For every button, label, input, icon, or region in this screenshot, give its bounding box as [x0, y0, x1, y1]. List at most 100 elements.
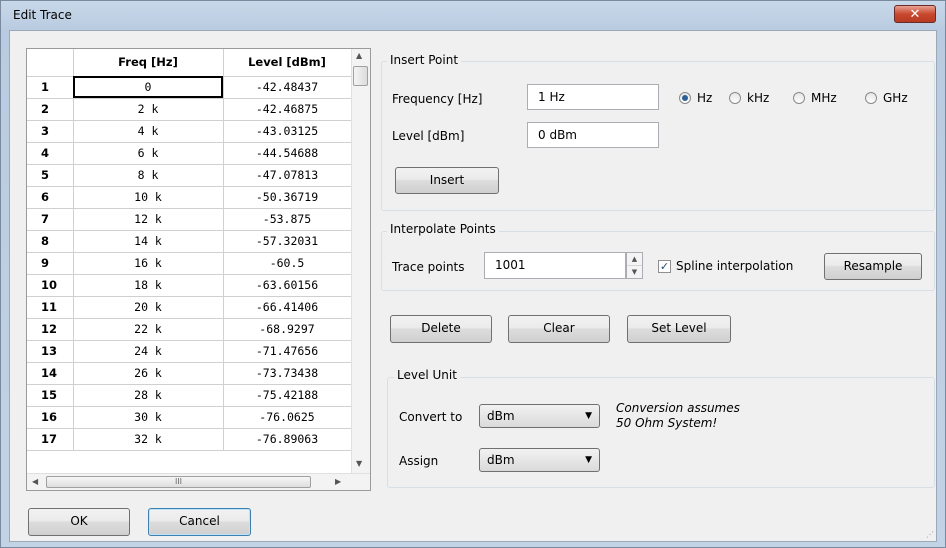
scroll-right-icon[interactable]: ▶ — [335, 477, 341, 486]
level-cell[interactable]: -43.03125 — [223, 120, 352, 143]
vertical-scrollbar[interactable]: ▲ ▼ — [351, 49, 370, 473]
table-row[interactable]: 12 22 k -68.9297 — [27, 318, 352, 341]
resample-button[interactable]: Resample — [824, 253, 922, 280]
delete-button[interactable]: Delete — [390, 315, 492, 343]
insert-button[interactable]: Insert — [395, 167, 499, 194]
trace-points-spinner[interactable]: ▲ ▼ — [626, 252, 643, 279]
freq-cell[interactable]: 18 k — [73, 274, 224, 297]
spin-down-icon[interactable]: ▼ — [627, 266, 642, 278]
level-cell[interactable]: -53.875 — [223, 208, 352, 231]
scroll-up-icon[interactable]: ▲ — [356, 51, 362, 60]
radio-icon[interactable] — [793, 92, 805, 104]
table-row[interactable]: 14 26 k -73.73438 — [27, 362, 352, 385]
level-field[interactable]: 0 dBm — [527, 122, 659, 148]
level-cell[interactable]: -76.0625 — [223, 406, 352, 429]
level-cell[interactable]: -50.36719 — [223, 186, 352, 209]
radio-icon[interactable] — [865, 92, 877, 104]
horizontal-scrollbar[interactable]: ◀ III ▶ — [27, 473, 370, 490]
level-cell[interactable]: -42.46875 — [223, 98, 352, 121]
level-cell[interactable]: -76.89063 — [223, 428, 352, 451]
table-row[interactable]: 1 0 -42.48437 — [27, 76, 352, 99]
level-cell[interactable]: -73.73438 — [223, 362, 352, 385]
row-header[interactable]: 10 — [27, 274, 74, 297]
trace-points-field[interactable]: 1001 — [484, 252, 626, 279]
column-header-level[interactable]: Level [dBm] — [223, 49, 352, 77]
spline-interpolation-checkbox[interactable]: ✓ Spline interpolation — [658, 259, 793, 273]
trace-table[interactable]: Freq [Hz] Level [dBm] 1 0 -42.48437 2 2 k -42… — [26, 48, 371, 491]
table-row[interactable]: 16 30 k -76.0625 — [27, 406, 352, 429]
level-cell[interactable]: -60.5 — [223, 252, 352, 275]
set-level-button[interactable]: Set Level — [627, 315, 731, 343]
vertical-scroll-thumb[interactable] — [353, 66, 368, 86]
row-header[interactable]: 13 — [27, 340, 74, 363]
level-cell[interactable]: -44.54688 — [223, 142, 352, 165]
freq-cell[interactable]: 12 k — [73, 208, 224, 231]
level-cell[interactable]: -57.32031 — [223, 230, 352, 253]
freq-cell[interactable]: 22 k — [73, 318, 224, 341]
freq-cell[interactable]: 10 k — [73, 186, 224, 209]
row-header[interactable]: 2 — [27, 98, 74, 121]
level-cell[interactable]: -63.60156 — [223, 274, 352, 297]
convert-to-dropdown[interactable]: dBm ▼ — [479, 404, 600, 428]
row-header[interactable]: 17 — [27, 428, 74, 451]
chevron-down-icon[interactable]: ▼ — [585, 449, 592, 471]
level-cell[interactable]: -42.48437 — [223, 76, 352, 99]
frequency-field[interactable]: 1 Hz — [527, 84, 659, 110]
freq-cell[interactable]: 20 k — [73, 296, 224, 319]
table-row[interactable]: 9 16 k -60.5 — [27, 252, 352, 275]
radio-icon[interactable] — [679, 92, 691, 104]
row-header[interactable]: 9 — [27, 252, 74, 275]
freq-cell[interactable]: 0 — [73, 76, 224, 99]
table-row[interactable]: 11 20 k -66.41406 — [27, 296, 352, 319]
level-cell[interactable]: -75.42188 — [223, 384, 352, 407]
scroll-left-icon[interactable]: ◀ — [32, 477, 38, 486]
table-row[interactable]: 8 14 k -57.32031 — [27, 230, 352, 253]
freq-cell[interactable]: 6 k — [73, 142, 224, 165]
unit-radio-ghz[interactable]: GHz — [865, 91, 908, 105]
freq-cell[interactable]: 14 k — [73, 230, 224, 253]
spin-up-icon[interactable]: ▲ — [627, 253, 642, 266]
table-row[interactable]: 15 28 k -75.42188 — [27, 384, 352, 407]
table-row[interactable]: 7 12 k -53.875 — [27, 208, 352, 231]
clear-button[interactable]: Clear — [508, 315, 610, 343]
unit-radio-hz[interactable]: Hz — [679, 91, 712, 105]
assign-dropdown[interactable]: dBm ▼ — [479, 448, 600, 472]
chevron-down-icon[interactable]: ▼ — [585, 405, 592, 427]
horizontal-scroll-thumb[interactable]: III — [46, 476, 311, 488]
freq-cell[interactable]: 26 k — [73, 362, 224, 385]
freq-cell[interactable]: 8 k — [73, 164, 224, 187]
table-row[interactable]: 46 k -44.54688 — [27, 142, 352, 165]
freq-cell[interactable]: 16 k — [73, 252, 224, 275]
row-header[interactable]: 11 — [27, 296, 74, 319]
row-header[interactable]: 12 — [27, 318, 74, 341]
level-cell[interactable]: -71.47656 — [223, 340, 352, 363]
row-header[interactable]: 6 — [27, 186, 74, 209]
close-button[interactable]: ✕ — [894, 5, 936, 23]
row-header[interactable]: 3 — [27, 120, 74, 143]
freq-cell[interactable]: 28 k — [73, 384, 224, 407]
level-cell[interactable]: -66.41406 — [223, 296, 352, 319]
cancel-button[interactable]: Cancel — [148, 508, 251, 536]
unit-radio-mhz[interactable]: MHz — [793, 91, 837, 105]
freq-cell[interactable]: 32 k — [73, 428, 224, 451]
checkbox-check-icon[interactable]: ✓ — [658, 259, 671, 273]
scroll-down-icon[interactable]: ▼ — [356, 459, 362, 468]
table-row[interactable]: 22 k -42.46875 — [27, 98, 352, 121]
table-row[interactable]: 34 k -43.03125 — [27, 120, 352, 143]
table-row[interactable]: 13 24 k -71.47656 — [27, 340, 352, 363]
row-header[interactable]: 8 — [27, 230, 74, 253]
radio-icon[interactable] — [729, 92, 741, 104]
level-cell[interactable]: -68.9297 — [223, 318, 352, 341]
freq-cell[interactable]: 24 k — [73, 340, 224, 363]
freq-cell[interactable]: 2 k — [73, 98, 224, 121]
unit-radio-khz[interactable]: kHz — [729, 91, 769, 105]
title-bar[interactable]: Edit Trace ✕ — [1, 1, 945, 31]
table-row[interactable]: 58 k -47.07813 — [27, 164, 352, 187]
freq-cell[interactable]: 30 k — [73, 406, 224, 429]
row-header[interactable]: 1 — [27, 76, 74, 99]
table-row[interactable]: 10 18 k -63.60156 — [27, 274, 352, 297]
row-header[interactable]: 16 — [27, 406, 74, 429]
row-header[interactable]: 14 — [27, 362, 74, 385]
table-row[interactable]: 6 10 k -50.36719 — [27, 186, 352, 209]
row-header[interactable]: 15 — [27, 384, 74, 407]
